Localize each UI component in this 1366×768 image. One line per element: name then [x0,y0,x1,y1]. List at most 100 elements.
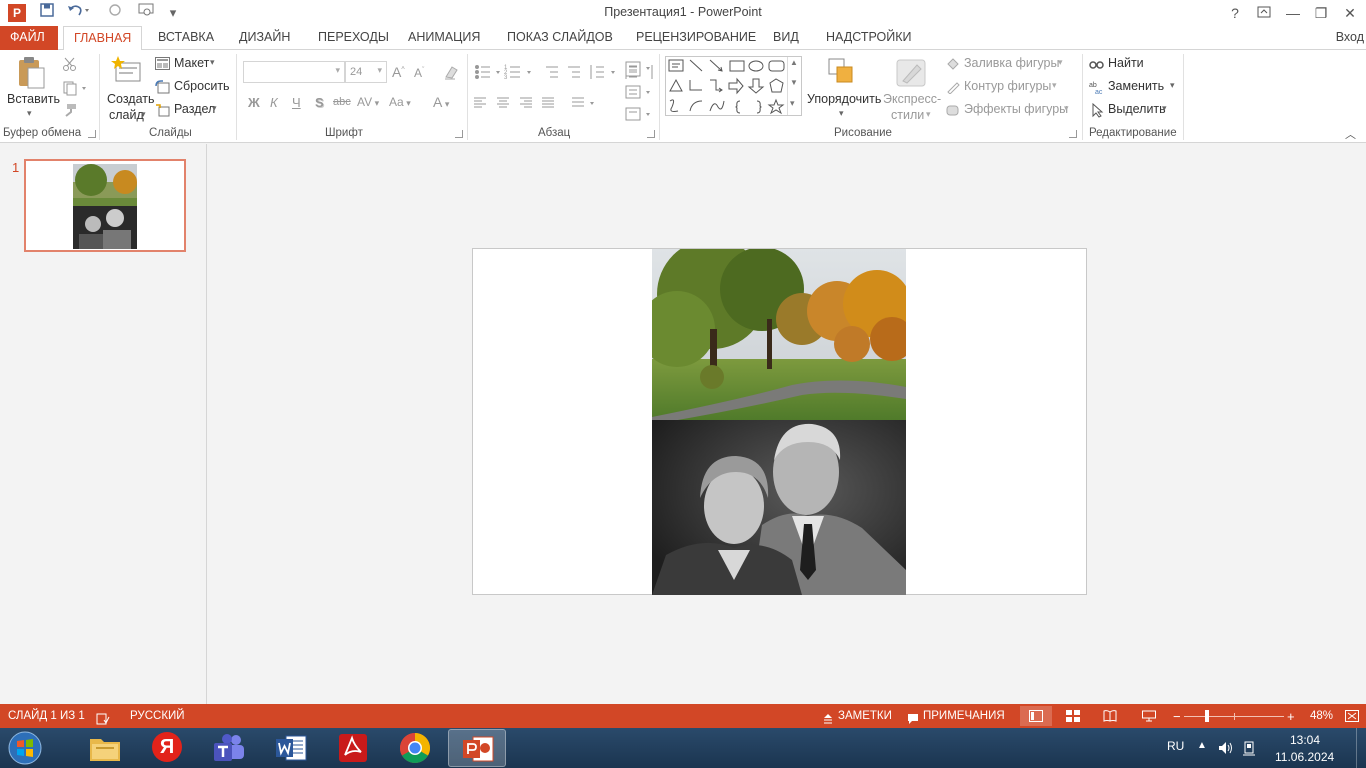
drawing-launcher-icon[interactable] [1069,130,1077,138]
gallery-down-icon[interactable]: ▼ [790,78,798,87]
tab-view[interactable]: ВИД [763,26,809,50]
fit-to-window-icon[interactable] [1345,710,1359,722]
grow-font-icon[interactable]: A^ [392,64,405,80]
font-launcher-icon[interactable] [455,130,463,138]
language-indicator[interactable]: РУССКИЙ [130,704,185,729]
undo-icon[interactable] [64,3,94,23]
shadow-button[interactable]: S [315,95,324,110]
bold-button[interactable]: Ж [248,95,260,110]
couple-portrait-photo[interactable] [652,420,906,595]
taskbar-word[interactable] [262,729,320,767]
clear-formatting-icon[interactable] [443,64,461,80]
slide-sorter-view-icon[interactable] [1066,710,1080,722]
tab-animations[interactable]: АНИМАЦИЯ [398,26,490,50]
underline-button[interactable]: Ч [292,95,301,110]
slideshow-view-icon[interactable] [1142,710,1156,722]
clipboard-launcher-icon[interactable] [88,130,96,138]
taskbar-acrobat[interactable] [324,729,382,767]
normal-view-button[interactable] [1020,706,1052,726]
reading-view-icon[interactable] [1103,710,1117,722]
strikethrough-button[interactable]: abc [333,96,351,108]
arrange-button[interactable]: Упорядочить ▾ [806,55,881,123]
paragraph-launcher-icon[interactable] [647,130,655,138]
help-button[interactable]: ? [1222,2,1248,24]
restore-button[interactable]: ❐ [1308,2,1334,24]
font-family-box[interactable]: ▾ [243,61,345,83]
layout-dropdown-icon: ▾ [210,57,215,67]
new-slide-dropdown-icon[interactable]: ▾ [141,109,146,120]
section-label: Раздел [174,102,216,116]
taskbar-powerpoint[interactable] [448,729,506,767]
change-case-button[interactable]: Aa ▾ [389,95,411,109]
tab-insert[interactable]: ВСТАВКА [148,26,224,50]
cut-icon[interactable] [62,56,78,72]
notes-icon[interactable] [822,710,834,724]
group-divider [1183,54,1184,140]
zoom-in-button[interactable]: + [1287,704,1295,729]
tab-slideshow[interactable]: ПОКАЗ СЛАЙДОВ [497,26,623,50]
start-slideshow-icon[interactable] [134,3,164,23]
comments-button[interactable]: ПРИМЕЧАНИЯ [923,704,1005,729]
shapes-gallery[interactable]: ▲ ▼ ▾ [665,56,802,116]
spell-check-icon[interactable] [96,710,110,725]
char-spacing-button[interactable]: AV ▾ [357,95,379,109]
sign-in-link[interactable]: Вход [1336,26,1364,49]
taskbar-chrome[interactable] [386,729,444,767]
show-hidden-icons[interactable]: ▲ [1197,740,1207,751]
save-icon[interactable] [36,3,58,23]
close-button[interactable]: ✕ [1337,2,1363,24]
font-size-box[interactable]: 24 ▾ [345,61,387,83]
taskbar-yandex-browser[interactable]: Я [138,729,196,767]
font-color-button[interactable]: A ▾ [433,94,449,110]
tab-transitions[interactable]: ПЕРЕХОДЫ [308,26,399,50]
powerpoint-app-icon[interactable]: P [8,4,26,22]
paste-label: Вставить [7,92,60,106]
customize-qat-icon[interactable]: ▾ [162,3,184,23]
paste-dropdown-icon[interactable]: ▾ [27,108,32,119]
collapse-ribbon-icon[interactable]: ︿ [1345,126,1356,142]
slide-canvas[interactable] [472,248,1087,595]
tab-design[interactable]: ДИЗАЙН [229,26,300,50]
comments-icon[interactable] [907,710,919,724]
italic-button[interactable]: К [270,95,278,110]
group-divider [236,54,237,140]
paste-button[interactable]: Вставить ▾ [7,56,60,120]
tab-file[interactable]: ФАЙЛ [0,26,58,50]
volume-icon[interactable] [1218,741,1234,755]
tab-addins[interactable]: НАДСТРОЙКИ [816,26,922,50]
show-desktop-button[interactable] [1356,728,1366,768]
format-painter-icon[interactable] [62,102,78,118]
notes-button[interactable]: ЗАМЕТКИ [838,704,892,729]
taskbar-file-explorer[interactable] [76,729,134,767]
tab-review[interactable]: РЕЦЕНЗИРОВАНИЕ [626,26,766,50]
input-language[interactable]: RU [1167,739,1184,753]
redo-icon[interactable] [104,3,126,23]
zoom-out-button[interactable]: − [1173,704,1181,729]
zoom-level[interactable]: 48% [1310,704,1333,729]
font-size-dropdown-icon[interactable]: ▾ [377,65,382,76]
clock-date[interactable]: 11.06.2024 [1275,750,1334,764]
tab-home[interactable]: ГЛАВНАЯ [63,26,142,51]
start-button[interactable] [6,730,44,766]
network-icon[interactable] [1242,740,1256,756]
char-spacing-label: AV [357,95,373,109]
minimize-button[interactable]: — [1280,2,1306,24]
font-family-dropdown-icon[interactable]: ▾ [335,65,340,76]
quick-styles-button[interactable]: Экспресс- стили ▾ [880,55,942,123]
ribbon-display-options-icon[interactable] [1251,2,1277,24]
taskbar-teams[interactable] [200,729,258,767]
clock-time[interactable]: 13:04 [1290,733,1320,747]
font-size-value: 24 [350,66,363,78]
gallery-more-icon[interactable]: ▾ [790,98,795,109]
shrink-font-icon[interactable]: Aˇ [414,66,424,80]
slide-thumbnail[interactable] [24,159,186,252]
gallery-up-icon[interactable]: ▲ [790,58,798,67]
zoom-slider-thumb[interactable] [1205,710,1209,722]
alignment-buttons[interactable] [472,95,600,111]
new-slide-button[interactable]: Создать слайд ▾ [104,55,155,123]
copy-icon[interactable] [62,80,90,96]
autumn-park-photo[interactable] [652,249,906,421]
shapes-gallery-scroll[interactable]: ▲ ▼ ▾ [787,57,801,115]
text-direction-buttons[interactable] [624,60,654,130]
new-slide-label-1: Создать [107,92,155,106]
